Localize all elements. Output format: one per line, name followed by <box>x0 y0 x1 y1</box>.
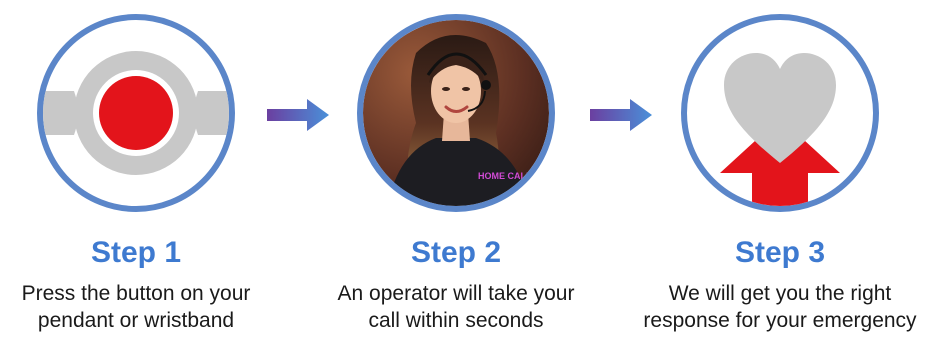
step-description-line: call within seconds <box>368 309 544 332</box>
step-3: Step 3 We will get you the right respons… <box>630 0 930 338</box>
step-title: Step 3 <box>734 236 826 269</box>
alarm-button-icon <box>36 13 236 213</box>
step-title: Step 2 <box>410 236 502 269</box>
step-description-line: pendant or wristband <box>37 309 235 332</box>
operator-photo: HOME CALL <box>356 13 556 213</box>
step-description-line: Press the button on your <box>21 282 251 305</box>
step-description-line: response for your emergency <box>643 309 917 332</box>
step-description: We will get you the right response for y… <box>630 280 930 334</box>
heart-arrow-icon <box>680 13 880 213</box>
step-description-line: We will get you the right <box>668 282 892 305</box>
step-title: Step 1 <box>90 236 182 269</box>
step-1: Step 1 Press the button on your pendant … <box>0 0 286 338</box>
step-description: An operator will take your call within s… <box>306 280 606 334</box>
step-2: HOME CALL Step 2 An operator will take y… <box>306 0 606 338</box>
step-description: Press the button on your pendant or wris… <box>0 280 286 334</box>
step-description-line: An operator will take your <box>337 282 575 305</box>
